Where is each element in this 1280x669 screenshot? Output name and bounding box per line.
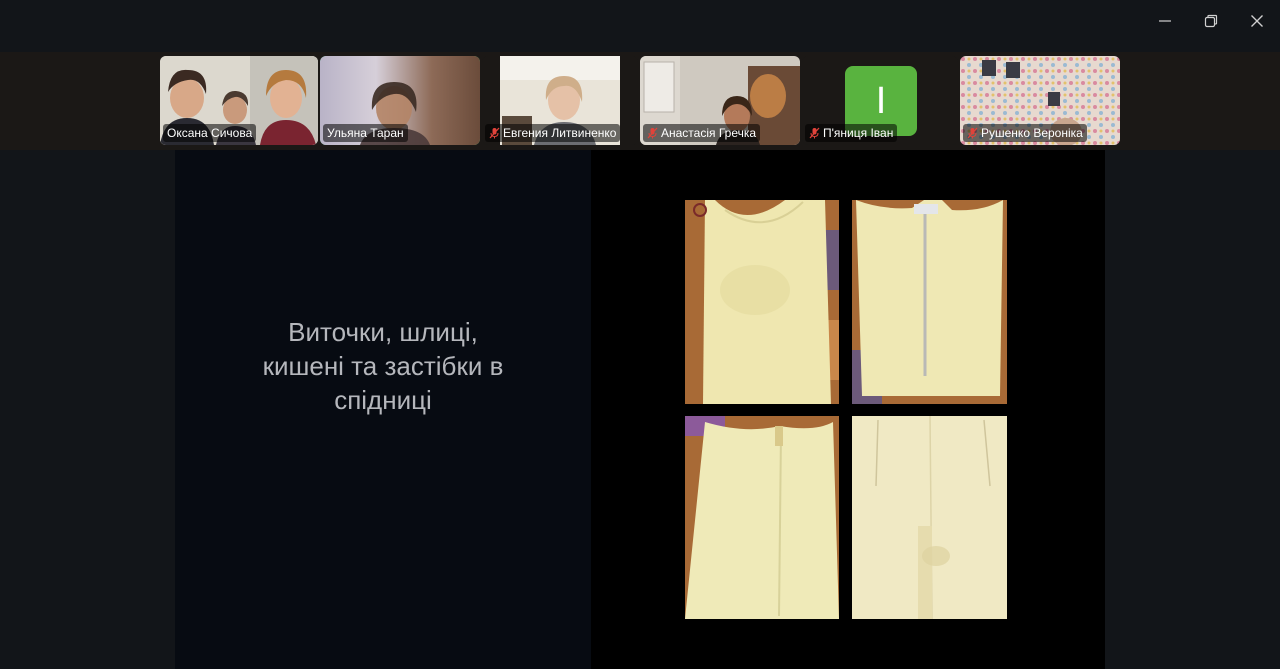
participant-name: Анастасія Гречка [661,126,757,140]
participant-name: П'яниця Іван [823,126,894,140]
slide-title: Виточки, шлиці, кишені та застібки в спі… [195,315,571,417]
avatar-letter: I [875,79,887,122]
restore-button[interactable] [1198,9,1224,33]
slide-title-line: кишені та застібки в [262,351,504,381]
muted-mic-icon [809,127,820,139]
title-bar [0,0,1280,52]
minimize-icon [1159,20,1171,22]
skirt-photo [685,416,839,619]
skirt-photo [685,200,839,404]
video-tile-anastasia[interactable]: Анастасія Гречка [640,56,800,145]
video-tile-evgenia[interactable]: Евгения Литвиненко [482,56,638,145]
participant-name: Оксана Сичова [167,126,253,140]
slide-title-line: Виточки, шлиці, [288,317,478,347]
skirt-photo [852,200,1007,404]
skirt-photo-zipper [852,200,1007,404]
muted-mic-icon [489,127,500,139]
skirt-photo-front-pocket [685,200,839,404]
video-tile-veronika[interactable]: Рушенко Вероніка [960,56,1120,145]
muted-mic-icon [647,127,658,139]
participant-name-tag: Оксана Сичова [163,124,257,142]
close-icon [1251,15,1263,27]
participant-name-tag: Анастасія Гречка [643,124,761,142]
muted-mic-icon [967,127,978,139]
shared-screen: Виточки, шлиці, кишені та застібки в спі… [175,150,1105,669]
participant-name-tag: Рушенко Вероніка [963,124,1087,142]
participant-strip: Оксана Сичова Ульяна Таран Евгения Литви… [0,52,1280,150]
minimize-button[interactable] [1152,9,1178,33]
participant-name: Евгения Литвиненко [503,126,617,140]
video-tile-oksana[interactable]: Оксана Сичова [160,56,318,145]
close-button[interactable] [1244,9,1270,33]
participant-name-tag: Ульяна Таран [323,124,408,142]
skirt-photo-seam [685,416,839,619]
video-tile-ivan[interactable]: I П'яниця Іван [802,56,958,145]
skirt-photo [852,416,1007,619]
slide-text-panel: Виточки, шлиці, кишені та застібки в спі… [175,150,591,669]
participant-name-tag: Евгения Литвиненко [485,124,621,142]
participant-name: Ульяна Таран [327,126,404,140]
restore-icon [1204,14,1218,28]
participant-name: Рушенко Вероніка [981,126,1083,140]
slide-title-line: спідниці [334,385,432,415]
participant-name-tag: П'яниця Іван [805,124,898,142]
skirt-photo-vent [852,416,1007,619]
video-tile-ulyana[interactable]: Ульяна Таран [320,56,480,145]
